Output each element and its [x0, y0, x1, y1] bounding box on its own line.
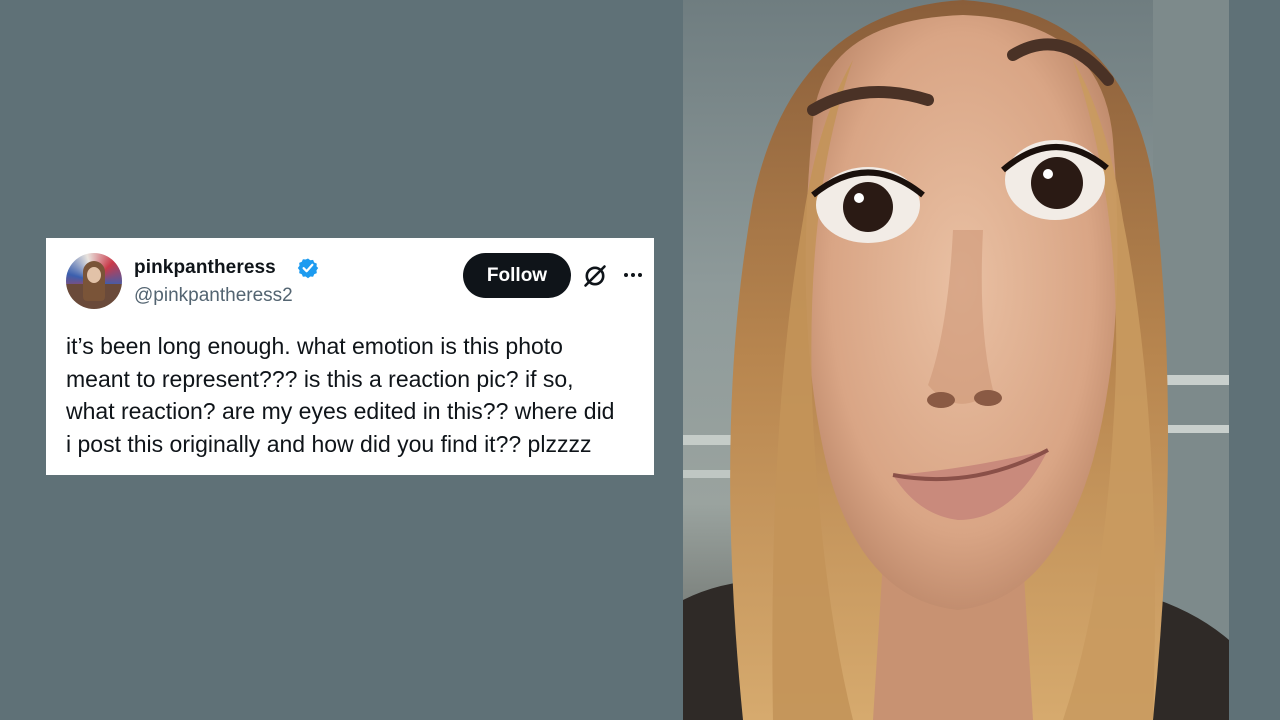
user-handle[interactable]: @pinkpantheress2	[134, 285, 293, 307]
iris-left	[843, 182, 893, 232]
verified-badge-icon	[297, 258, 319, 279]
selfie-photo	[683, 0, 1229, 720]
selfie-illustration	[683, 0, 1229, 720]
display-name[interactable]: pinkpantheress	[134, 257, 276, 279]
tweet-text: it’s been long enough. what emotion is t…	[66, 333, 615, 457]
follow-button[interactable]: Follow	[463, 253, 571, 298]
tweet-card: pinkpantheress @pinkpantheress2 Follow i…	[46, 238, 654, 475]
avatar-face	[87, 267, 101, 283]
nostril-right	[974, 390, 1002, 406]
iris-right	[1031, 157, 1083, 209]
grok-icon[interactable]	[582, 263, 608, 289]
avatar[interactable]	[66, 253, 122, 309]
more-options-icon[interactable]	[622, 264, 644, 286]
eye-highlight-right	[1043, 169, 1053, 179]
nostril-left	[927, 392, 955, 408]
eye-highlight-left	[854, 193, 864, 203]
